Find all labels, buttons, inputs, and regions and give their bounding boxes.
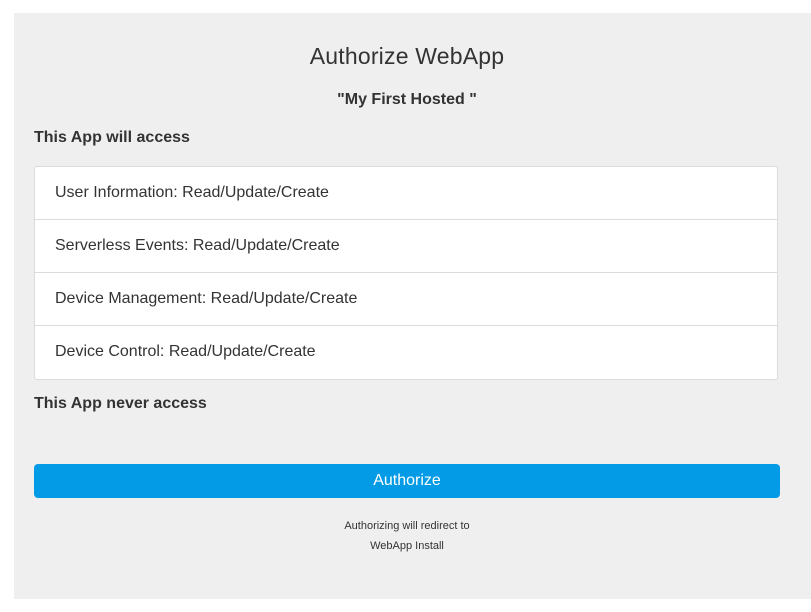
never-access-heading: This App never access [34, 395, 207, 412]
permission-item-device-management: Device Management: Read/Update/Create [35, 273, 777, 326]
permission-item-serverless-events: Serverless Events: Read/Update/Create [35, 220, 777, 273]
permissions-list: User Information: Read/Update/Create Ser… [34, 166, 778, 380]
permission-item-device-control: Device Control: Read/Update/Create [55, 343, 316, 360]
redirect-note: Authorizing will redirect to WebApp Inst… [14, 516, 800, 556]
page-title: Authorize WebApp [309, 43, 505, 69]
authorize-button[interactable]: Authorize [34, 464, 780, 498]
redirect-note-line1: Authorizing will redirect to [344, 520, 470, 532]
access-heading: This App will access [34, 129, 190, 146]
redirect-note-line2: WebApp Install [370, 540, 444, 552]
permission-item-user-information: User Information: Read/Update/Create [35, 167, 777, 220]
app-name: "My First Hosted " [337, 91, 477, 108]
authorize-panel: Authorize WebApp "My First Hosted " This… [14, 13, 811, 599]
